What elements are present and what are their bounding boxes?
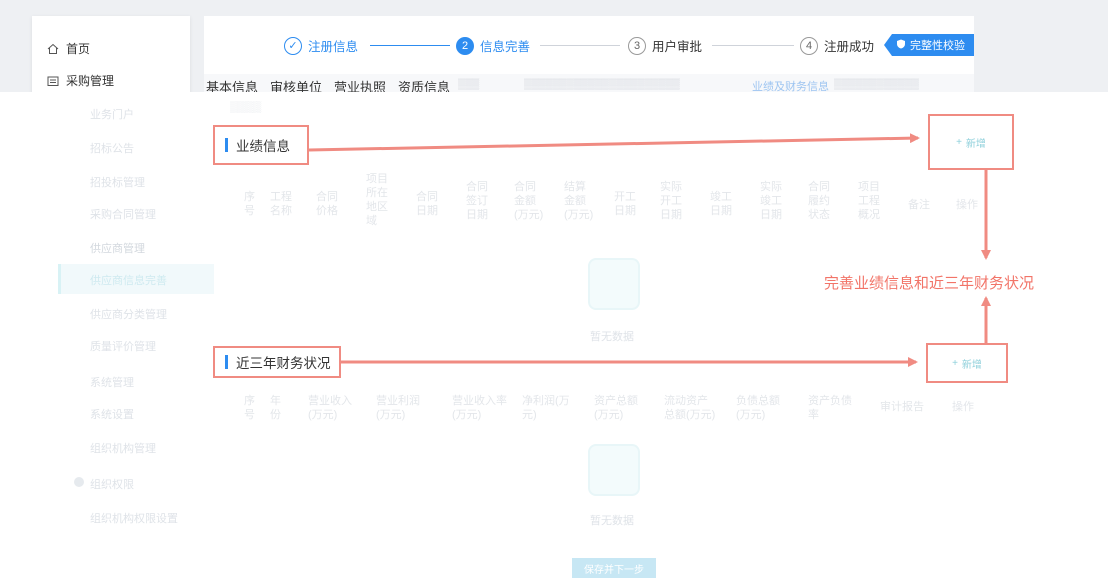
step-complete-info: 2 信息完善 bbox=[456, 36, 530, 55]
step-label: 注册信息 bbox=[308, 40, 359, 54]
step-number: 3 bbox=[628, 36, 646, 55]
table-header-ghost: 项目 工程 概况 bbox=[858, 181, 880, 221]
sidebar-faded-item: 质量评价管理 bbox=[90, 341, 156, 353]
settings-icon bbox=[74, 477, 84, 487]
save-next-button[interactable]: 保存并下一步 bbox=[572, 558, 656, 578]
table-header-ghost: 合同 日期 bbox=[416, 191, 438, 217]
step-label: 注册成功 bbox=[824, 40, 875, 54]
empty-text: 暂无数据 bbox=[590, 515, 634, 527]
sidebar-item-procurement[interactable]: 采购管理 bbox=[46, 72, 114, 89]
table-header-ghost: 序号 bbox=[244, 191, 255, 217]
table-header-ghost: 项目 所在 地区域 bbox=[366, 173, 388, 227]
table-header-ghost: 合同 价格 bbox=[316, 191, 338, 217]
sidebar: 首页 采购管理 bbox=[32, 16, 190, 96]
sidebar-faded-item: 系统设置 bbox=[90, 409, 134, 421]
section-performance-info: 业绩信息 bbox=[213, 125, 309, 165]
table-header-ghost: 实际 竣工 日期 bbox=[760, 181, 782, 221]
table-header-ghost: 净利润(万 元) bbox=[522, 395, 570, 421]
sidebar-faded-item: 组织机构管理 bbox=[90, 443, 156, 455]
section-accent-bar bbox=[225, 138, 228, 152]
step-register-success: 4 注册成功 bbox=[800, 36, 874, 55]
tab-blurred[interactable]: ▒▒▒▒▒▒▒▒▒▒▒▒▒▒▒▒▒▒▒▒▒▒ bbox=[524, 79, 680, 90]
section-title: 近三年财务状况 bbox=[236, 356, 331, 371]
add-finance-button[interactable]: + 新增 bbox=[926, 343, 1008, 383]
table-header-ghost: 实际 开工 日期 bbox=[660, 181, 682, 221]
table-header-ghost: 开工 日期 bbox=[614, 191, 636, 217]
sidebar-faded-item: 供应商管理 bbox=[90, 243, 145, 255]
tab-blurred[interactable]: ▒▒▒▒▒▒▒▒▒▒▒▒ bbox=[834, 79, 919, 90]
table-header-ghost: 工程 名称 bbox=[270, 191, 292, 217]
add-button-label: 新增 bbox=[965, 138, 986, 150]
table-header-ghost: 竣工 日期 bbox=[710, 191, 732, 217]
sidebar-faded-item: 招标公告 bbox=[90, 143, 134, 155]
faded-link: ▒▒▒▒ bbox=[230, 101, 262, 113]
integrity-check-button[interactable]: 完整性校验 bbox=[884, 34, 974, 56]
annotation-text: 完善业绩信息和近三年财务状况 bbox=[824, 275, 1035, 292]
sidebar-faded-item: 招投标管理 bbox=[90, 177, 145, 189]
table-header-ghost: 营业收入率 (万元) bbox=[452, 395, 507, 421]
step-connector bbox=[712, 45, 794, 46]
table-header-ghost: 备注 bbox=[908, 199, 930, 211]
step-number: 4 bbox=[800, 36, 818, 55]
table-header-ghost: 负债总额 (万元) bbox=[736, 395, 780, 421]
sidebar-item-label: 采购管理 bbox=[66, 74, 115, 88]
plus-icon: + bbox=[952, 357, 958, 369]
step-register-info: ✓ 注册信息 bbox=[284, 36, 358, 55]
check-icon: ✓ bbox=[284, 36, 302, 55]
table-header-ghost: 合同 金额 (万元) bbox=[514, 181, 544, 221]
table-header-ghost: 审计报告 bbox=[880, 401, 924, 413]
add-performance-button[interactable]: + 新增 bbox=[928, 114, 1014, 170]
table-header-ghost: 年份 bbox=[270, 395, 281, 421]
table-header-ghost: 营业收入 (万元) bbox=[308, 395, 352, 421]
plus-icon: + bbox=[956, 136, 962, 148]
step-label: 用户审批 bbox=[652, 40, 703, 54]
tab-blurred[interactable]: ▒▒▒ bbox=[458, 79, 479, 90]
procurement-icon bbox=[46, 74, 60, 88]
check-button-label: 完整性校验 bbox=[910, 40, 965, 52]
table-header-ghost: 流动资产 总额(万元) bbox=[664, 395, 716, 421]
sidebar-faded-item: 采购合同管理 bbox=[90, 209, 156, 221]
add-button-label: 新增 bbox=[961, 359, 982, 371]
step-connector bbox=[370, 45, 450, 46]
table-header-ghost: 合同 履约 状态 bbox=[808, 181, 830, 221]
sidebar-faded-item: 组织机构权限设置 bbox=[90, 513, 178, 525]
step-connector bbox=[540, 45, 620, 46]
table-header-ghost: 合同 签订 日期 bbox=[466, 181, 488, 221]
section-accent-bar bbox=[225, 355, 228, 369]
table-header-ghost: 操作 bbox=[956, 199, 978, 211]
shield-icon bbox=[896, 39, 906, 52]
table-header-ghost: 结算 金额 (万元) bbox=[564, 181, 594, 221]
empty-text: 暂无数据 bbox=[590, 331, 634, 343]
step-label: 信息完善 bbox=[480, 40, 531, 54]
empty-data-icon bbox=[588, 258, 640, 310]
registration-steps: ✓ 注册信息 2 信息完善 3 用户审批 4 注册成功 bbox=[204, 16, 974, 74]
table-header-ghost: 操作 bbox=[952, 401, 974, 413]
empty-data-icon bbox=[588, 444, 640, 496]
table-header-ghost: 资产负债率 bbox=[808, 395, 852, 421]
home-icon bbox=[46, 42, 60, 56]
table-header-ghost: 资产总额 (万元) bbox=[594, 395, 638, 421]
step-user-approval: 3 用户审批 bbox=[628, 36, 702, 55]
sidebar-faded-item: 业务门户 bbox=[90, 109, 134, 121]
table-header-ghost: 序号 bbox=[244, 395, 255, 421]
step-number: 2 bbox=[456, 36, 474, 55]
section-title: 业绩信息 bbox=[236, 139, 290, 154]
sidebar-item-home[interactable]: 首页 bbox=[46, 40, 90, 57]
section-finance-status: 近三年财务状况 bbox=[213, 346, 341, 378]
sidebar-faded-item: 系统管理 bbox=[90, 377, 134, 389]
sidebar-faded-item: 供应商分类管理 bbox=[90, 309, 167, 321]
sidebar-item-label: 首页 bbox=[66, 42, 91, 56]
sidebar-faded-item: 组织权限 bbox=[90, 479, 134, 491]
table-header-ghost: 营业利润 (万元) bbox=[376, 395, 420, 421]
sidebar-faded-item: 供应商信息完善 bbox=[90, 275, 167, 287]
